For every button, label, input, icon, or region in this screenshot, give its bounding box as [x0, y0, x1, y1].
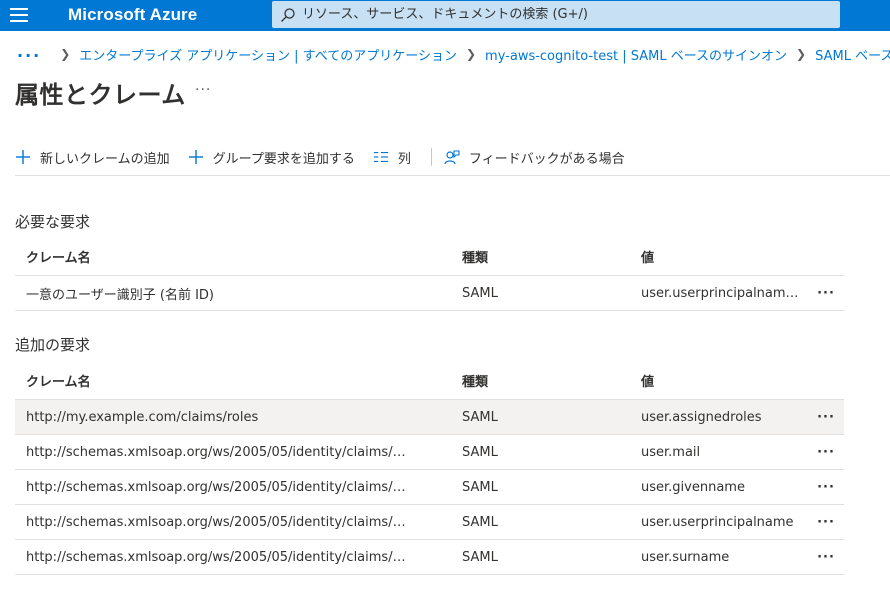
columns-icon	[373, 151, 388, 163]
breadcrumb: ... ❯ エンタープライズ アプリケーション | すべてのアプリケーション ❯…	[17, 42, 890, 64]
search-box[interactable]	[272, 1, 840, 28]
table-row[interactable]: http://schemas.xmlsoap.org/ws/2005/05/id…	[15, 540, 844, 575]
column-header-claim-name[interactable]: クレーム名	[26, 247, 448, 266]
feedback-button[interactable]: フィードバックがある場合	[444, 148, 625, 167]
hamburger-menu-icon[interactable]	[10, 8, 28, 22]
columns-button[interactable]: 列	[373, 148, 411, 167]
search-input[interactable]	[302, 7, 822, 22]
plus-icon	[188, 150, 203, 164]
claim-name: http://my.example.com/claims/roles	[26, 409, 259, 425]
add-claim-button[interactable]: 新しいクレームの追加	[15, 148, 170, 167]
toolbar-divider	[430, 148, 432, 166]
claim-type: SAML	[462, 444, 498, 460]
add-claim-label: 新しいクレームの追加	[40, 151, 170, 167]
claim-name: http://schemas.xmlsoap.org/ws/2005/05/id…	[26, 444, 406, 460]
claim-type: SAML	[462, 479, 498, 495]
column-header-type[interactable]: 種類	[462, 247, 612, 266]
claim-name: http://schemas.xmlsoap.org/ws/2005/05/id…	[26, 514, 406, 530]
table-row[interactable]: http://schemas.xmlsoap.org/ws/2005/05/id…	[15, 470, 844, 505]
row-more-icon[interactable]: ···	[814, 286, 838, 301]
command-bar: 新しいクレームの追加 グループ要求を追加する 列 フィードバックがある場合	[15, 143, 643, 171]
chevron-right-icon: ❯	[465, 47, 477, 61]
claim-value: user.mail	[641, 444, 701, 460]
claim-value: user.assignedroles	[641, 409, 762, 425]
feedback-person-icon	[444, 150, 460, 165]
breadcrumb-ellipsis[interactable]: ...	[17, 42, 41, 61]
columns-label: 列	[397, 151, 411, 167]
additional-claims-table: クレーム名 種類 値 http://my.example.com/claims/…	[15, 362, 844, 575]
row-more-icon[interactable]: ···	[814, 515, 838, 530]
breadcrumb-item-app-saml[interactable]: my-aws-cognito-test | SAML ベースのサインオン	[485, 45, 787, 64]
row-more-icon[interactable]: ···	[814, 550, 838, 565]
table-row[interactable]: http://schemas.xmlsoap.org/ws/2005/05/id…	[15, 505, 844, 540]
required-claims-title: 必要な要求	[15, 213, 91, 231]
column-header-value[interactable]: 値	[641, 247, 811, 266]
chevron-right-icon: ❯	[796, 47, 807, 61]
add-group-claim-button[interactable]: グループ要求を追加する	[188, 148, 355, 167]
column-header-value[interactable]: 値	[641, 371, 811, 390]
row-more-icon[interactable]: ···	[814, 410, 838, 425]
claim-value: user.givenname	[641, 479, 745, 495]
search-icon	[281, 7, 295, 22]
column-header-claim-name[interactable]: クレーム名	[26, 371, 448, 390]
claim-type: SAML	[462, 409, 498, 425]
additional-claims-title: 追加の要求	[15, 336, 91, 354]
more-options-icon[interactable]: ···	[195, 82, 211, 98]
top-bar: Microsoft Azure	[0, 0, 890, 31]
claim-type: SAML	[462, 549, 498, 565]
table-header: クレーム名 種類 値	[15, 238, 844, 276]
table-row[interactable]: http://schemas.xmlsoap.org/ws/2005/05/id…	[15, 435, 844, 470]
table-header: クレーム名 種類 値	[15, 362, 844, 400]
claim-name: http://schemas.xmlsoap.org/ws/2005/05/id…	[26, 549, 406, 565]
claim-type: SAML	[462, 514, 498, 530]
claim-name: 一意のユーザー識別子 (名前 ID)	[26, 287, 214, 303]
required-claims-table: クレーム名 種類 値 一意のユーザー識別子 (名前 ID) SAML user.…	[15, 238, 844, 311]
row-more-icon[interactable]: ···	[814, 480, 838, 495]
plus-icon	[16, 150, 30, 164]
claim-name: http://schemas.xmlsoap.org/ws/2005/05/id…	[26, 479, 406, 495]
claim-value: user.surname	[641, 549, 730, 565]
page-title: 属性とクレーム	[15, 81, 186, 109]
add-group-claim-label: グループ要求を追加する	[212, 151, 355, 167]
breadcrumb-item-enterprise-apps[interactable]: エンタープライズ アプリケーション | すべてのアプリケーション	[79, 45, 457, 64]
claim-value: user.userprincipalnam…	[641, 285, 799, 301]
claim-type: SAML	[462, 285, 498, 301]
feedback-label: フィードバックがある場合	[468, 151, 625, 167]
toolbar-divider-line	[15, 175, 890, 176]
brand-title[interactable]: Microsoft Azure	[68, 5, 197, 25]
chevron-right-icon: ❯	[60, 47, 71, 61]
table-row[interactable]: http://my.example.com/claims/roles SAML …	[15, 400, 844, 435]
claim-value: user.userprincipalname	[641, 514, 794, 530]
row-more-icon[interactable]: ···	[814, 445, 838, 460]
column-header-type[interactable]: 種類	[462, 371, 612, 390]
breadcrumb-item-saml-signon[interactable]: SAML ベースのサ	[815, 45, 890, 64]
table-row[interactable]: 一意のユーザー識別子 (名前 ID) SAML user.userprincip…	[15, 276, 844, 311]
